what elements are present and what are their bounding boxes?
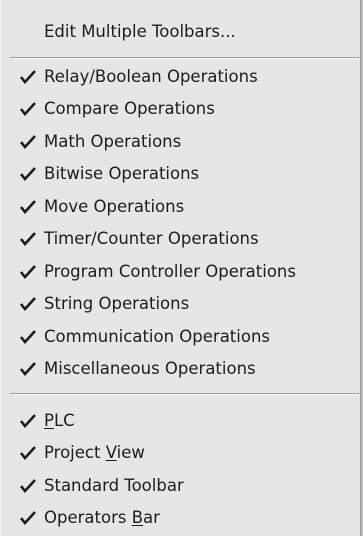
menu-item-plc[interactable]: PLC <box>1 405 360 437</box>
menu-item-label: Project View <box>44 443 145 462</box>
checkmark-icon <box>20 102 36 116</box>
checkmark-icon <box>20 362 36 376</box>
menu-item-operators-bar[interactable]: Operators Bar <box>1 502 360 534</box>
menu-item-miscellaneous-operations[interactable]: Miscellaneous Operations <box>1 353 360 385</box>
menu-item-program-controller-operations[interactable]: Program Controller Operations <box>1 256 360 288</box>
toolbars-context-menu: Edit Multiple Toolbars... Relay/Boolean … <box>0 0 361 536</box>
checkmark-icon <box>20 200 36 214</box>
menu-item-compare-operations[interactable]: Compare Operations <box>1 93 360 125</box>
checkmark-icon <box>20 135 36 149</box>
menu-item-project-view[interactable]: Project View <box>1 437 360 469</box>
menu-item-timer-counter-operations[interactable]: Timer/Counter Operations <box>1 223 360 255</box>
checkmark-icon <box>20 446 36 460</box>
menu-item-label: String Operations <box>44 294 190 313</box>
menu-separator <box>10 57 359 59</box>
checkmark-icon <box>20 297 36 311</box>
menu-item-move-operations[interactable]: Move Operations <box>1 191 360 223</box>
access-key: V <box>105 443 117 462</box>
access-key: B <box>131 508 144 527</box>
checkmark-icon <box>20 232 36 246</box>
menu-item-communication-operations[interactable]: Communication Operations <box>1 321 360 353</box>
menu-item-label: Move Operations <box>44 197 185 216</box>
menu-item-label: Edit Multiple Toolbars... <box>44 22 236 41</box>
checkmark-icon <box>20 167 36 181</box>
menu-item-label: Math Operations <box>44 132 182 151</box>
menu-item-relay-boolean-operations[interactable]: Relay/Boolean Operations <box>1 61 360 93</box>
menu-item-label: Communication Operations <box>44 327 271 346</box>
menu-item-label: Operators Bar <box>44 508 160 527</box>
checkmark-icon <box>20 479 36 493</box>
menu-item-label: PLC <box>44 411 75 430</box>
menu-item-label: Timer/Counter Operations <box>44 229 259 248</box>
menu-item-string-operations[interactable]: String Operations <box>1 288 360 320</box>
menu-separator <box>10 393 359 395</box>
checkmark-icon <box>20 330 36 344</box>
menu-item-label: Miscellaneous Operations <box>44 359 256 378</box>
menu-item-label: Bitwise Operations <box>44 164 200 183</box>
checkmark-icon <box>20 265 36 279</box>
checkmark-icon <box>20 70 36 84</box>
menu-item-math-operations[interactable]: Math Operations <box>1 126 360 158</box>
checkmark-icon <box>20 511 36 525</box>
menu-item-label: Compare Operations <box>44 99 215 118</box>
checkmark-icon <box>20 414 36 428</box>
menu-item-edit-multiple-toolbars[interactable]: Edit Multiple Toolbars... <box>1 16 360 48</box>
menu-item-label: Relay/Boolean Operations <box>44 67 258 86</box>
menu-item-label: Program Controller Operations <box>44 262 296 281</box>
menu-item-bitwise-operations[interactable]: Bitwise Operations <box>1 158 360 190</box>
menu-item-standard-toolbar[interactable]: Standard Toolbar <box>1 470 360 502</box>
menu-item-label: Standard Toolbar <box>44 476 184 495</box>
access-key: P <box>44 411 54 430</box>
